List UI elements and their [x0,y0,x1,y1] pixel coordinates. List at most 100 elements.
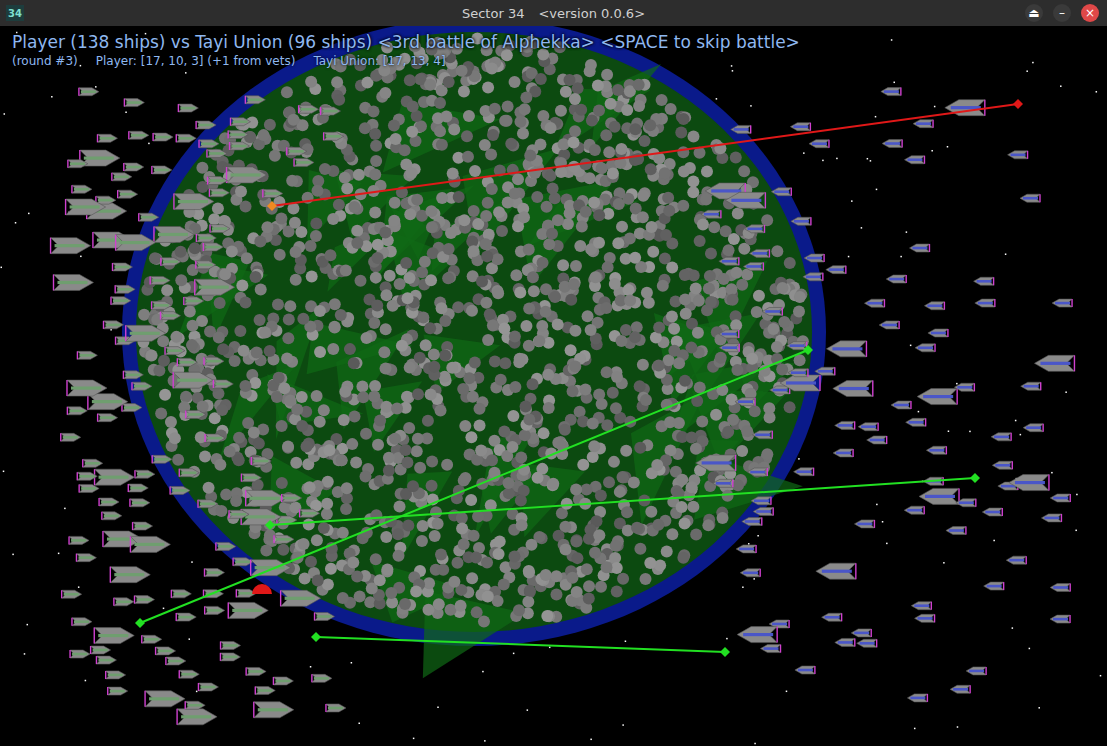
enemy-ship [907,694,927,702]
enemy-ship [881,88,901,96]
enemy-ship [919,488,959,504]
enemy-ship [950,685,970,693]
player-ship [145,691,185,707]
enemy-ship [924,302,944,310]
enemy-ship [747,468,767,476]
player-ship [108,687,128,695]
player-ship [273,677,293,685]
enemy-ship [815,367,835,375]
enemy-ship [826,341,866,357]
laser-beam [265,473,980,530]
enemy-ship [719,257,739,265]
player-ship [287,147,307,155]
player-ship [142,635,162,643]
enemy-ship [904,506,924,514]
player-ship [161,312,181,320]
battle-scene [0,26,1107,746]
enemy-ship [954,383,974,391]
player-ship [112,173,132,181]
enemy-ship [753,508,773,516]
window-title: Sector 34<version 0.0.6> [120,6,987,21]
player-ship [139,213,159,221]
player-ship [130,499,150,507]
player-ship [246,490,286,506]
player-ship [312,674,332,682]
player-ship [98,134,118,142]
enemy-ship [740,569,760,577]
player-ship [326,704,346,712]
player-ship [129,131,149,139]
player-ship [227,167,267,183]
enemy-ship [719,330,739,338]
player-ship [54,274,94,290]
enemy-ship [1008,151,1028,159]
laser-beam [311,632,730,657]
player-ship [203,243,223,251]
player-ship [123,371,143,379]
enemy-ship [966,667,986,675]
enemy-ship [1050,615,1070,623]
player-ship [177,358,197,366]
player-ship [294,158,314,166]
laser-beam [267,99,1023,211]
enemy-ship [1041,514,1061,522]
enemy-ship [742,517,762,525]
battle-headline: Player (138 ships) vs Tayi Union (96 shi… [12,32,800,52]
title-bar: 34Sector 34<version 0.0.6>⏏–× [0,0,1107,26]
enemy-ship [858,423,878,431]
player-ship [135,596,155,604]
player-ship [195,279,235,295]
enemy-ship [751,497,771,505]
player-ship [69,536,89,544]
player-ship [61,433,81,441]
player-ship [154,226,194,242]
enemy-ship [816,563,856,579]
player-ship [132,382,152,390]
enemy-ship [701,210,721,218]
enemy-ship [928,329,948,337]
enemy-ship [851,629,871,637]
player-ship [124,163,144,171]
enemy-ship [867,436,887,444]
player-ship [152,166,172,174]
player-ship [152,301,172,309]
player-ship [324,132,344,140]
player-ship [116,235,156,251]
enemy-ship [795,666,815,674]
player-ship [113,263,133,271]
enemy-ship [1023,424,1043,432]
enemy-ship [826,266,846,274]
enemy-stats: Tayi Union: [17, 13, 4] [313,54,445,68]
window-control-button[interactable]: – [1053,4,1071,22]
enemy-ship [752,431,772,439]
player-ship [156,647,176,655]
enemy-ship [713,479,733,487]
player-ship [110,567,150,583]
enemy-ship [743,262,763,270]
window-control-button[interactable]: ⏏ [1025,4,1043,22]
player-ship [204,357,224,365]
player-ship [79,88,99,96]
player-ship [68,160,88,168]
enemy-ship [696,455,736,471]
player-ship [241,474,261,482]
enemy-ship [788,369,808,377]
player-ship [115,285,135,293]
player-ship [198,683,218,691]
player-ship [67,380,107,396]
player-ship [98,414,118,422]
battle-header: Player (138 ships) vs Tayi Union (96 shi… [12,32,800,68]
enemy-ship [780,375,820,391]
enemy-ship [762,307,782,315]
player-ship [208,177,228,185]
enemy-ship [737,627,777,643]
player-ship [231,118,251,126]
player-ship [205,434,225,442]
player-ship [246,667,266,675]
enemy-ship [1009,475,1049,491]
enemy-ship [974,277,994,285]
player-ship [96,656,116,664]
window-control-button[interactable]: × [1081,4,1099,22]
enemy-ship [882,140,902,148]
player-ship [254,702,294,718]
